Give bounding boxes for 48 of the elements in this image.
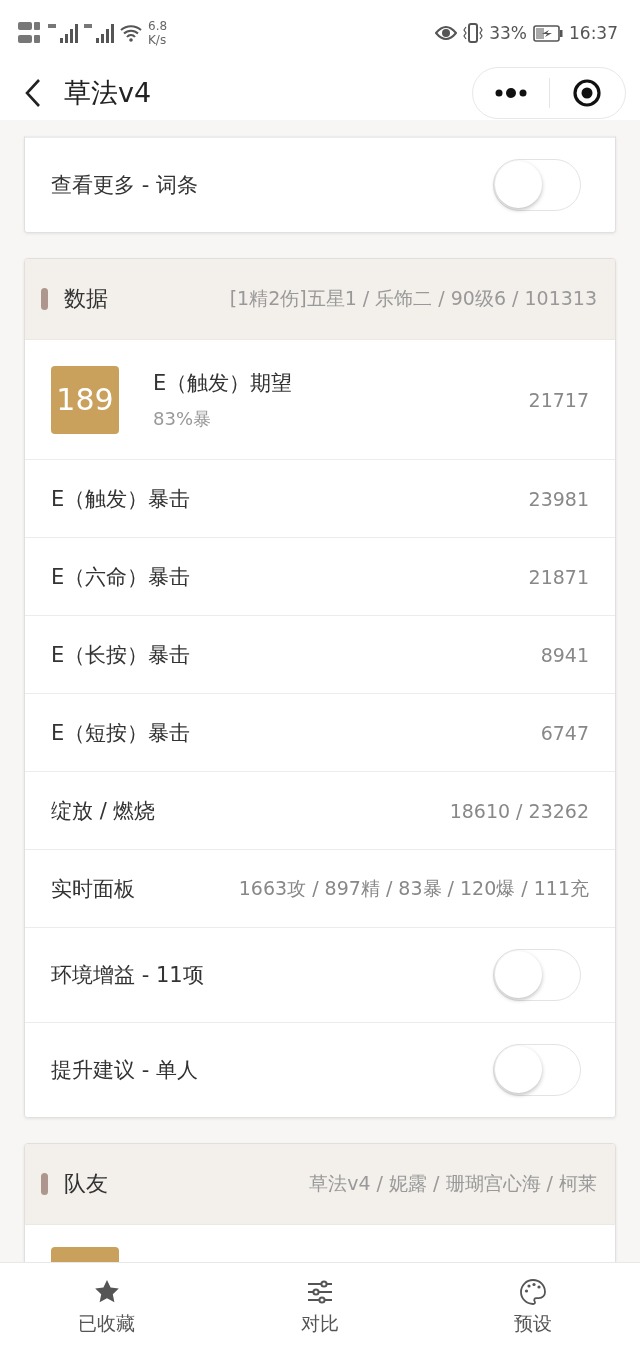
row-value: 8941 (540, 643, 589, 666)
battery-charging-icon (533, 24, 563, 42)
tab-item[interactable]: 预设 (426, 1263, 640, 1349)
row-value: 21717 (528, 388, 589, 411)
row-label: E（长按）暴击 (51, 641, 192, 669)
card-title: 数据 (64, 285, 109, 313)
card-summary: [1精2伤]五星1 / 乐饰二 / 90级6 / 101313 (229, 286, 597, 311)
toggle-switch[interactable] (493, 949, 581, 1001)
row-label: 查看更多 - 词条 (51, 172, 199, 199)
row-value: 21871 (528, 565, 589, 588)
row-label: 环境增益 - 11项 (51, 962, 205, 989)
row-label: E（触发）暴击 (51, 485, 192, 513)
palette-icon (520, 1279, 547, 1305)
accent-bar (41, 1173, 48, 1195)
row-label: E（短按）暴击 (51, 719, 192, 747)
close-icon[interactable] (572, 78, 603, 108)
accent-bar (41, 288, 48, 310)
row-value: 23981 (528, 487, 589, 510)
star-icon (93, 1279, 120, 1305)
clock-time: 16:37 (569, 23, 618, 43)
sim-icon (18, 20, 42, 46)
battery-percent: 33% (489, 23, 527, 43)
vibrate-icon (463, 23, 484, 43)
signal-icon (48, 22, 78, 44)
toggle-switch[interactable] (493, 159, 581, 211)
row-value: 6747 (540, 721, 589, 744)
speed-unit: K/s (148, 33, 168, 47)
tab-item[interactable]: 对比 (213, 1263, 427, 1349)
network-speed: 6.8 (148, 19, 168, 33)
row-value: 1663攻 / 897精 / 83暴 / 120爆 / 111充 (238, 875, 589, 901)
row-label: 绽放 / 燃烧 (51, 797, 157, 825)
eye-icon (435, 25, 458, 41)
score-badge: 189 (51, 365, 119, 434)
card-title: 队友 (64, 1170, 109, 1198)
row-label: E（六命）暴击 (51, 563, 192, 591)
toggle-switch[interactable] (493, 1044, 581, 1096)
row-value: 18610 / 23262 (449, 799, 589, 822)
row-label: 实时面板 (51, 875, 136, 903)
row-label: 提升建议 - 单人 (51, 1057, 199, 1084)
row-subtext: 83%暴 (153, 406, 212, 431)
sliders-icon (307, 1279, 333, 1305)
card-summary: 草法v4 / 妮露 / 珊瑚宫心海 / 柯莱 (309, 1171, 597, 1196)
tab-item[interactable]: 已收藏 (0, 1263, 214, 1349)
signal-icon (84, 22, 114, 44)
wifi-icon (120, 24, 142, 42)
page-title: 草法v4 (64, 76, 153, 110)
more-icon[interactable] (493, 88, 528, 98)
row-label: E（触发）期望 (153, 369, 294, 397)
